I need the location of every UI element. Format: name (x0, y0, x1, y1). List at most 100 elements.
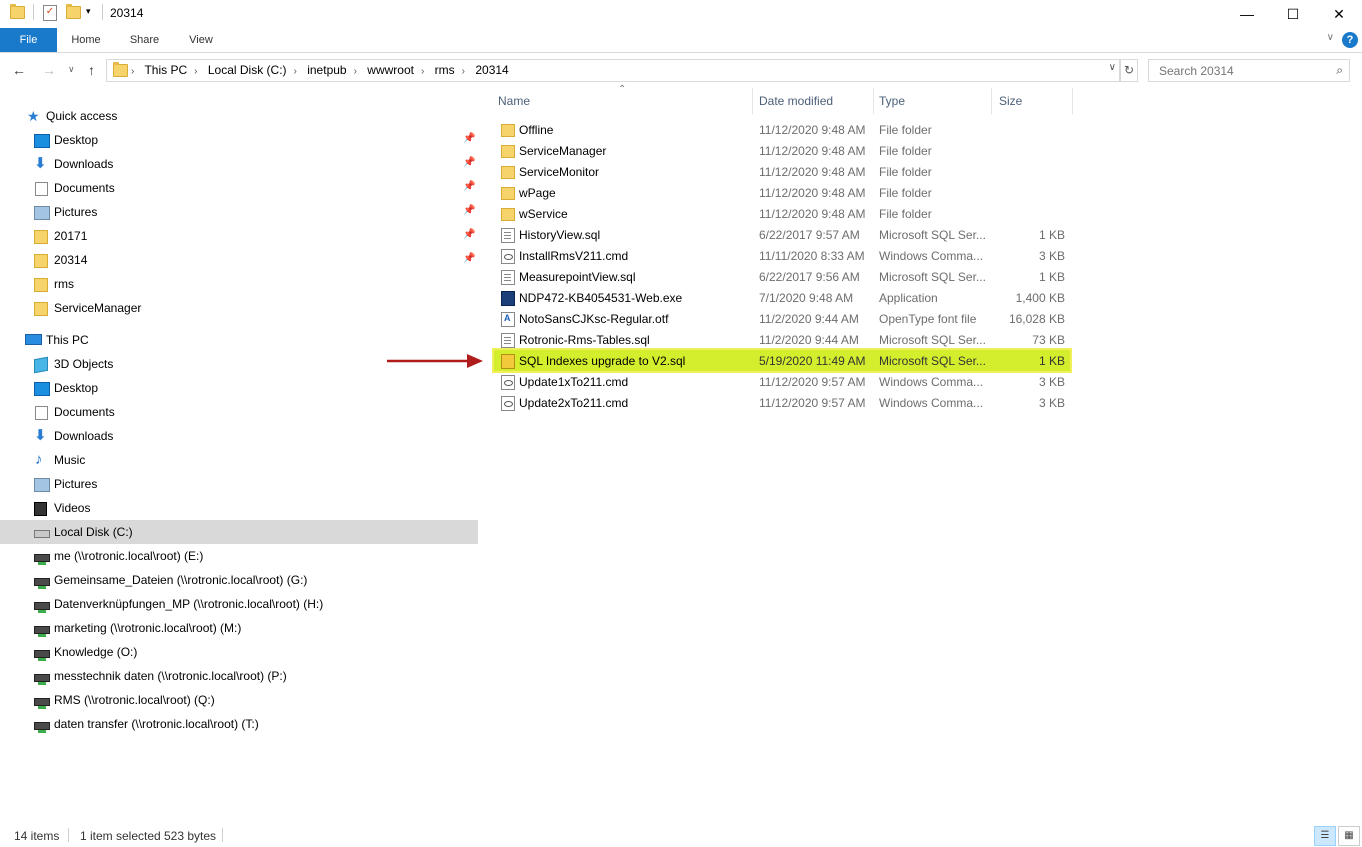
nav-pc-documents[interactable]: Documents (0, 400, 478, 424)
properties-icon[interactable]: ✓ (43, 5, 57, 21)
new-folder-icon[interactable] (66, 4, 81, 19)
status-divider (222, 828, 223, 842)
nav-this-pc[interactable]: This PC (0, 328, 478, 352)
application-icon (501, 291, 515, 306)
network-drive-icon (34, 626, 50, 637)
file-row-measurepointview[interactable]: MeasurepointView.sql 6/22/2017 9:56 AM M… (494, 266, 1070, 287)
breadcrumb-inetpub[interactable]: inetpub (307, 63, 346, 77)
nav-quick-servicemanager[interactable]: ServiceManager (0, 296, 478, 320)
selection-size: 523 bytes (164, 829, 217, 843)
column-header-date[interactable]: Date modified (753, 88, 873, 114)
nav-drive-t[interactable]: daten transfer (\\rotronic.local\root) (… (0, 712, 478, 736)
file-row-servicemonitor[interactable]: ServiceMonitor 11/12/2020 9:48 AM File f… (494, 161, 1070, 182)
file-row-historyview[interactable]: HistoryView.sql 6/22/2017 9:57 AM Micros… (494, 224, 1070, 245)
file-row-ndp472[interactable]: NDP472-KB4054531-Web.exe 7/1/2020 9:48 A… (494, 287, 1070, 308)
nav-pc-videos[interactable]: Videos (0, 496, 478, 520)
nav-label: me (\\rotronic.local\root) (E:) (54, 549, 204, 563)
file-row-notosans[interactable]: NotoSansCJKsc-Regular.otf 11/2/2020 9:44… (494, 308, 1070, 329)
file-row-wpage[interactable]: wPage 11/12/2020 9:48 AM File folder (494, 182, 1070, 203)
breadcrumb-local-disk[interactable]: Local Disk (C:) (208, 63, 287, 77)
address-dropdown-icon[interactable]: ∨ (1109, 62, 1116, 73)
nav-quick-pictures[interactable]: Pictures 📌 (0, 200, 478, 224)
search-input[interactable] (1157, 63, 1321, 79)
file-row-update1x[interactable]: Update1xTo211.cmd 11/12/2020 9:57 AM Win… (494, 371, 1070, 392)
breadcrumb-wwwroot[interactable]: wwwroot (367, 63, 414, 77)
refresh-button[interactable]: ↻ (1120, 59, 1138, 82)
file-row-sql-indexes-upgrade[interactable]: SQL Indexes upgrade to V2.sql 5/19/2020 … (492, 348, 1072, 373)
file-name: wPage (519, 186, 556, 200)
back-button[interactable]: ← (12, 62, 26, 78)
nav-quick-documents[interactable]: Documents 📌 (0, 176, 478, 200)
download-icon: ⬇ (34, 155, 47, 172)
file-name: wService (519, 207, 568, 221)
nav-drive-p[interactable]: messtechnik daten (\\rotronic.local\root… (0, 664, 478, 688)
nav-label: Quick access (46, 109, 118, 123)
nav-label: Documents (54, 181, 115, 195)
file-date: 11/12/2020 9:57 AM (759, 396, 866, 410)
file-row-update2x[interactable]: Update2xTo211.cmd 11/12/2020 9:57 AM Win… (494, 392, 1070, 413)
help-button[interactable]: ? (1342, 32, 1358, 48)
file-type: Microsoft SQL Ser... (879, 354, 986, 368)
breadcrumb-rms[interactable]: rms (435, 63, 455, 77)
column-divider[interactable] (1072, 88, 1073, 114)
file-type: OpenType font file (879, 312, 977, 326)
tab-file[interactable]: File (0, 28, 57, 52)
nav-pc-music[interactable]: ♪ Music (0, 448, 478, 472)
address-bar[interactable]: › This PC › Local Disk (C:) › inetpub › www… (106, 59, 1120, 82)
file-row-servicemanager[interactable]: ServiceManager 11/12/2020 9:48 AM File f… (494, 140, 1070, 161)
file-type: Windows Comma... (879, 375, 984, 389)
large-icons-view-button[interactable]: ▦ (1338, 826, 1360, 846)
folder-icon (34, 278, 48, 292)
nav-drive-e[interactable]: me (\\rotronic.local\root) (E:) (0, 544, 478, 568)
column-header-size[interactable]: Size (992, 88, 1072, 114)
nav-pc-downloads[interactable]: ⬇ Downloads (0, 424, 478, 448)
up-button[interactable]: ↑ (88, 62, 95, 78)
nav-quick-20314[interactable]: 20314 📌 (0, 248, 478, 272)
maximize-button[interactable]: ☐ (1270, 0, 1316, 28)
file-type: Microsoft SQL Ser... (879, 270, 986, 284)
recent-locations-icon[interactable]: ∨ (68, 64, 75, 75)
pictures-icon (34, 478, 50, 492)
nav-pc-pictures[interactable]: Pictures (0, 472, 478, 496)
star-icon: ★ (27, 108, 40, 124)
nav-label: Downloads (54, 157, 114, 171)
tab-view[interactable]: View (180, 28, 222, 52)
search-box[interactable]: ⌕ (1148, 59, 1350, 82)
forward-button[interactable]: → (42, 62, 56, 78)
tab-home[interactable]: Home (65, 28, 107, 52)
file-row-wservice[interactable]: wService 11/12/2020 9:48 AM File folder (494, 203, 1070, 224)
minimize-button[interactable]: — (1224, 0, 1270, 28)
nav-drive-g[interactable]: Gemeinsame_Dateien (\\rotronic.local\roo… (0, 568, 478, 592)
breadcrumb-this-pc[interactable]: This PC (144, 63, 187, 77)
folder-icon (34, 230, 48, 244)
file-size: 1 KB (1038, 228, 1065, 242)
nav-quick-downloads[interactable]: ⬇ Downloads 📌 (0, 152, 478, 176)
details-view-button[interactable]: ☰ (1314, 826, 1336, 846)
ribbon-tabs: File Home Share View ∨ ? (0, 28, 1362, 53)
file-date: 11/12/2020 9:48 AM (759, 165, 866, 179)
file-size: 1 KB (1038, 354, 1065, 368)
breadcrumb-20314[interactable]: 20314 (475, 63, 508, 77)
nav-quick-desktop[interactable]: Desktop 📌 (0, 128, 478, 152)
close-button[interactable]: ✕ (1316, 0, 1362, 28)
nav-drive-h[interactable]: Datenverknüpfungen_MP (\\rotronic.local\… (0, 592, 478, 616)
folder-icon (34, 254, 48, 268)
nav-label: messtechnik daten (\\rotronic.local\root… (54, 669, 287, 683)
expand-ribbon-icon[interactable]: ∨ (1327, 32, 1334, 43)
videos-icon (34, 502, 47, 516)
customize-quick-access-icon[interactable]: ▾ (86, 6, 91, 17)
file-row-rotronic-tables[interactable]: Rotronic-Rms-Tables.sql 11/2/2020 9:44 A… (494, 329, 1070, 350)
nav-quick-20171[interactable]: 20171 📌 (0, 224, 478, 248)
nav-pc-desktop[interactable]: Desktop (0, 376, 478, 400)
nav-drive-m[interactable]: marketing (\\rotronic.local\root) (M:) (0, 616, 478, 640)
column-header-type[interactable]: Type (874, 88, 991, 114)
tab-share[interactable]: Share (122, 28, 167, 52)
nav-pc-local-disk[interactable]: Local Disk (C:) (0, 520, 478, 544)
nav-quick-rms[interactable]: rms (0, 272, 478, 296)
column-header-name[interactable]: Name (494, 88, 754, 114)
nav-quick-access[interactable]: ★ Quick access (0, 104, 478, 128)
nav-drive-q[interactable]: RMS (\\rotronic.local\root) (Q:) (0, 688, 478, 712)
nav-drive-o[interactable]: Knowledge (O:) (0, 640, 478, 664)
file-row-installrms[interactable]: InstallRmsV211.cmd 11/11/2020 8:33 AM Wi… (494, 245, 1070, 266)
file-row-offline[interactable]: Offline 11/12/2020 9:48 AM File folder (494, 119, 1070, 140)
